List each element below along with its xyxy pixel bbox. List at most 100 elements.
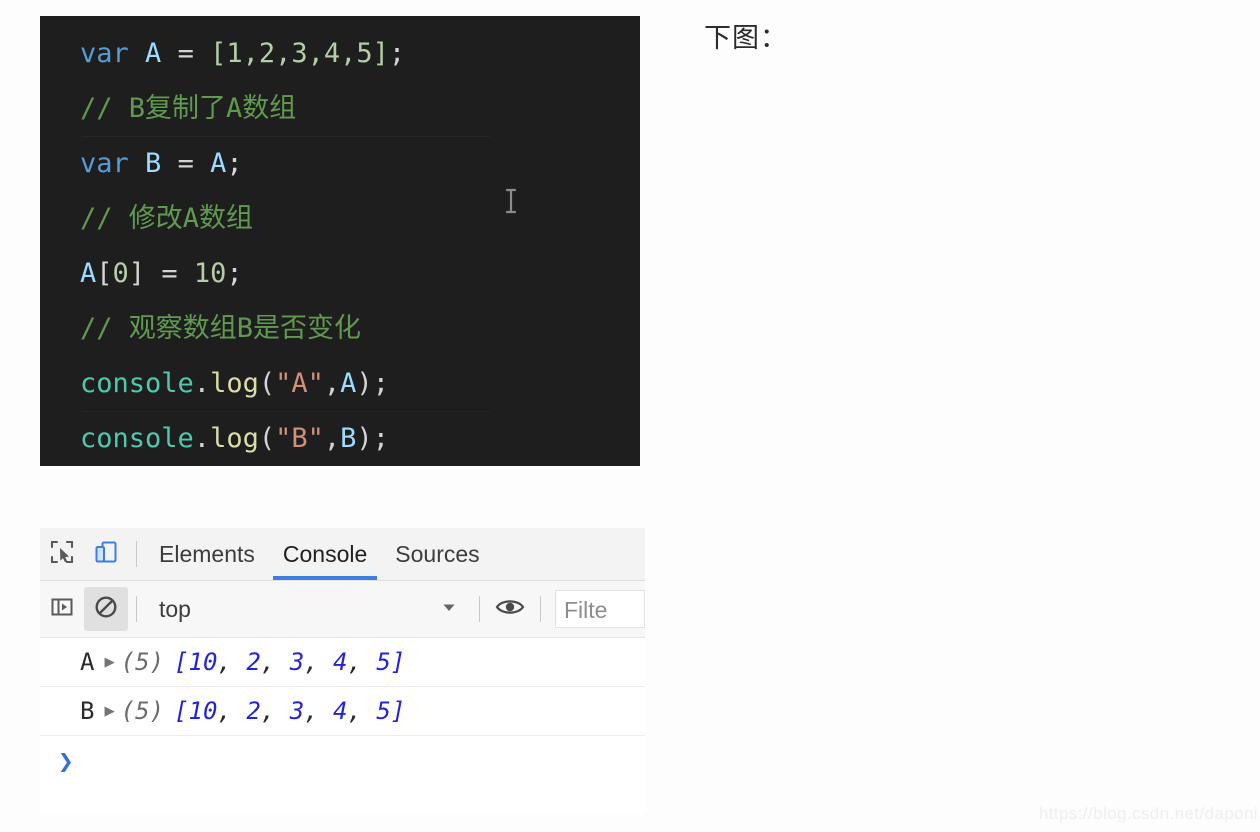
live-expression-eye-icon bbox=[495, 596, 525, 623]
tab-sources[interactable]: Sources bbox=[381, 528, 493, 580]
expand-arrow-icon[interactable]: ▶ bbox=[104, 652, 114, 672]
chevron-down-icon bbox=[439, 604, 459, 621]
filterbar-divider-2 bbox=[479, 596, 480, 622]
array-comma: , bbox=[347, 697, 377, 725]
array-close-bracket: ] bbox=[390, 648, 406, 676]
paren-close: ) bbox=[356, 368, 373, 399]
filterbar-divider-1 bbox=[136, 596, 137, 622]
log-function: log bbox=[210, 423, 259, 454]
array-value-2: 3 bbox=[289, 648, 305, 676]
tab-console[interactable]: Console bbox=[269, 528, 381, 580]
equals-operator: = bbox=[161, 38, 211, 69]
array-literal: [1,2,3,4,5] bbox=[210, 38, 389, 69]
semicolon: ; bbox=[372, 423, 389, 454]
array-comma: , bbox=[260, 697, 290, 725]
index-zero: 0 bbox=[112, 258, 129, 289]
prompt-chevron-icon: ❯ bbox=[58, 747, 74, 777]
array-comma: , bbox=[217, 697, 247, 725]
array-value-3: 4 bbox=[333, 697, 348, 725]
array-value-4: 5 bbox=[376, 648, 391, 676]
device-toolbar-button[interactable] bbox=[84, 532, 128, 576]
context-dropdown-button[interactable] bbox=[439, 597, 459, 622]
code-line-2: // B复制了A数组 bbox=[40, 81, 640, 136]
console-object: console bbox=[80, 368, 194, 399]
console-sidebar-icon bbox=[49, 594, 75, 625]
note-text: 下图： bbox=[704, 23, 788, 54]
number-ten: 10 bbox=[193, 258, 227, 289]
live-expression-button[interactable] bbox=[488, 587, 532, 631]
array-comma: , bbox=[304, 697, 334, 725]
semicolon: ; bbox=[226, 148, 243, 179]
execution-context-selector[interactable]: top bbox=[159, 596, 439, 623]
variable-b: B bbox=[340, 423, 357, 454]
bracket-open: [ bbox=[96, 258, 113, 289]
bracket-close: ] bbox=[128, 258, 146, 289]
string-b: "B" bbox=[275, 423, 324, 454]
code-line-5: A[0] = 10; bbox=[40, 246, 640, 301]
semicolon: ; bbox=[226, 258, 243, 289]
console-filter-bar: top Filte bbox=[40, 581, 645, 638]
console-row-a[interactable]: A ▶ (5) [10, 2, 3, 4, 5] bbox=[40, 638, 645, 687]
console-row-label: B bbox=[80, 697, 95, 725]
console-filter-input[interactable]: Filte bbox=[555, 590, 645, 628]
comma: , bbox=[323, 368, 341, 399]
array-value-1: 2 bbox=[246, 648, 261, 676]
filterbar-divider-3 bbox=[540, 596, 541, 622]
console-object: console bbox=[80, 423, 194, 454]
equals-operator: = bbox=[161, 148, 211, 179]
array-comma: , bbox=[260, 648, 290, 676]
devtools-panel: Elements Console Sources top Filte A ▶ (… bbox=[40, 528, 645, 814]
paren-open: ( bbox=[258, 368, 276, 399]
code-line-1: var A = [1,2,3,4,5]; bbox=[40, 26, 640, 81]
array-value-2: 3 bbox=[289, 697, 305, 725]
array-comma: , bbox=[304, 648, 334, 676]
clear-console-button[interactable] bbox=[84, 587, 128, 631]
variable-a: A bbox=[80, 258, 97, 289]
code-line-8: console.log("B",B); bbox=[40, 411, 640, 466]
toolbar-divider bbox=[136, 541, 137, 567]
array-close-bracket: ] bbox=[390, 697, 406, 725]
code-line-6: // 观察数组B是否变化 bbox=[40, 301, 640, 356]
variable-b: B bbox=[145, 148, 162, 179]
device-toolbar-icon bbox=[92, 538, 120, 571]
console-sidebar-toggle-button[interactable] bbox=[40, 587, 84, 631]
console-row-b[interactable]: B ▶ (5) [10, 2, 3, 4, 5] bbox=[40, 687, 645, 736]
array-value-3: 4 bbox=[333, 648, 348, 676]
paren-open: ( bbox=[258, 423, 276, 454]
console-output: A ▶ (5) [10, 2, 3, 4, 5] B ▶ (5) [10, 2,… bbox=[40, 638, 645, 788]
dot: . bbox=[193, 368, 211, 399]
array-comma: , bbox=[347, 648, 377, 676]
array-value-0: 10 bbox=[188, 697, 218, 725]
semicolon: ; bbox=[388, 38, 406, 69]
array-length-badge: (5) bbox=[120, 697, 165, 725]
tab-elements[interactable]: Elements bbox=[145, 528, 269, 580]
comment-observe-b: // 观察数组B是否变化 bbox=[80, 313, 362, 344]
expand-arrow-icon[interactable]: ▶ bbox=[104, 701, 114, 721]
variable-a: A bbox=[340, 368, 357, 399]
paren-close: ) bbox=[356, 423, 373, 454]
array-value-0: 10 bbox=[188, 648, 218, 676]
array-open-bracket: [ bbox=[174, 697, 189, 725]
clear-console-icon bbox=[93, 594, 119, 625]
keyword-var: var bbox=[80, 148, 129, 179]
comment-modify-a: // 修改A数组 bbox=[80, 203, 254, 234]
semicolon: ; bbox=[372, 368, 389, 399]
comma: , bbox=[323, 423, 341, 454]
variable-a: A bbox=[210, 148, 227, 179]
string-a: "A" bbox=[275, 368, 324, 399]
devtools-tabbar: Elements Console Sources bbox=[40, 528, 645, 581]
array-open-bracket: [ bbox=[174, 648, 189, 676]
watermark: https://blog.csdn.net/daponi bbox=[1038, 804, 1258, 823]
inspect-element-button[interactable] bbox=[40, 532, 84, 576]
keyword-var: var bbox=[80, 38, 129, 69]
code-line-7: console.log("A",A); bbox=[40, 356, 640, 411]
array-value-1: 2 bbox=[246, 697, 261, 725]
code-line-3: var B = A; bbox=[40, 136, 640, 191]
console-row-label: A bbox=[80, 648, 95, 676]
equals-operator: = bbox=[145, 258, 194, 289]
console-prompt[interactable]: ❯ bbox=[40, 736, 645, 788]
log-function: log bbox=[210, 368, 259, 399]
variable-a: A bbox=[145, 38, 162, 69]
